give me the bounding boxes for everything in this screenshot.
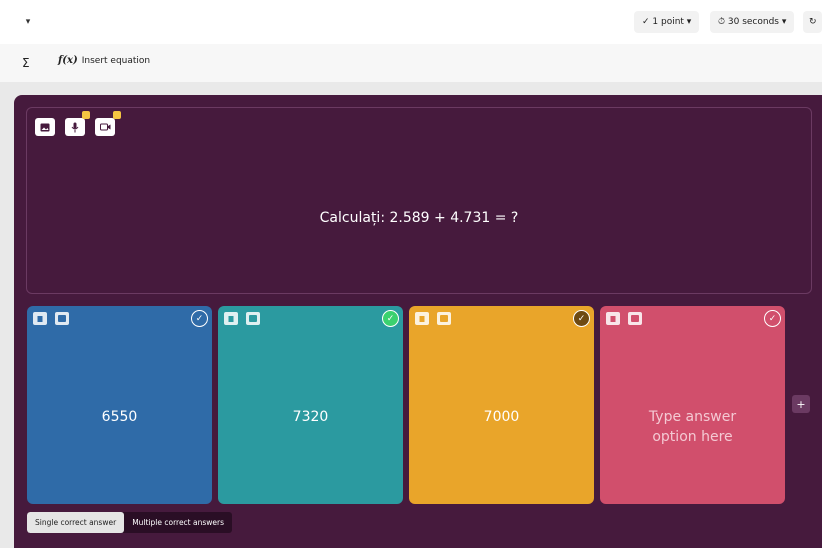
- answer-option-1[interactable]: 6550: [27, 306, 212, 504]
- premium-lock-icon: [82, 111, 90, 119]
- time-limit-dropdown[interactable]: ⏱ 30 seconds ▾: [710, 11, 795, 33]
- sigma-button[interactable]: Σ: [22, 56, 30, 70]
- insert-equation-button[interactable]: f(x) Insert equation: [58, 55, 150, 66]
- points-dropdown[interactable]: ✓ 1 point ▾: [634, 11, 700, 33]
- chevron-down-icon: ▾: [25, 17, 31, 27]
- single-correct-answer-button[interactable]: Single correct answer: [27, 512, 125, 533]
- insert-equation-label: Insert equation: [81, 55, 151, 66]
- image-icon[interactable]: [437, 312, 451, 325]
- mark-correct-check-icon[interactable]: ✓: [573, 310, 590, 327]
- image-icon[interactable]: [246, 312, 260, 325]
- function-icon: f(x): [58, 55, 78, 66]
- edge-action-button[interactable]: ↻: [803, 11, 822, 33]
- mark-correct-check-icon[interactable]: ✓: [764, 310, 781, 327]
- image-icon[interactable]: [55, 312, 69, 325]
- question-type-dropdown[interactable]: ▾: [8, 10, 48, 34]
- refresh-icon: ↻: [809, 17, 817, 27]
- multiple-correct-answers-button[interactable]: Multiple correct answers: [124, 512, 232, 533]
- delete-icon[interactable]: [415, 312, 429, 325]
- answer-mode-toggle: Single correct answer Multiple correct a…: [27, 512, 233, 533]
- question-input-box[interactable]: [26, 107, 812, 294]
- delete-icon[interactable]: [33, 312, 47, 325]
- image-icon[interactable]: [35, 118, 55, 136]
- mark-correct-check-icon[interactable]: ✓: [191, 310, 208, 327]
- answer-option-text[interactable]: 7320: [218, 409, 403, 425]
- video-icon[interactable]: [95, 118, 115, 136]
- answer-option-2[interactable]: 7320: [218, 306, 403, 504]
- microphone-icon[interactable]: [65, 118, 85, 136]
- correct-check-icon[interactable]: ✓: [382, 310, 399, 327]
- delete-icon[interactable]: [224, 312, 238, 325]
- image-icon[interactable]: [628, 312, 642, 325]
- question-text[interactable]: Calculați: 2.589 + 4.731 = ?: [26, 210, 812, 226]
- add-option-button[interactable]: +: [792, 395, 810, 413]
- answer-option-3[interactable]: 7000: [409, 306, 594, 504]
- delete-icon[interactable]: [606, 312, 620, 325]
- premium-lock-icon: [113, 111, 121, 119]
- answer-option-4[interactable]: Type answer option here: [600, 306, 785, 504]
- answer-option-placeholder[interactable]: Type answer option here: [600, 407, 785, 447]
- answer-option-text[interactable]: 7000: [409, 409, 594, 425]
- answer-option-text[interactable]: 6550: [27, 409, 212, 425]
